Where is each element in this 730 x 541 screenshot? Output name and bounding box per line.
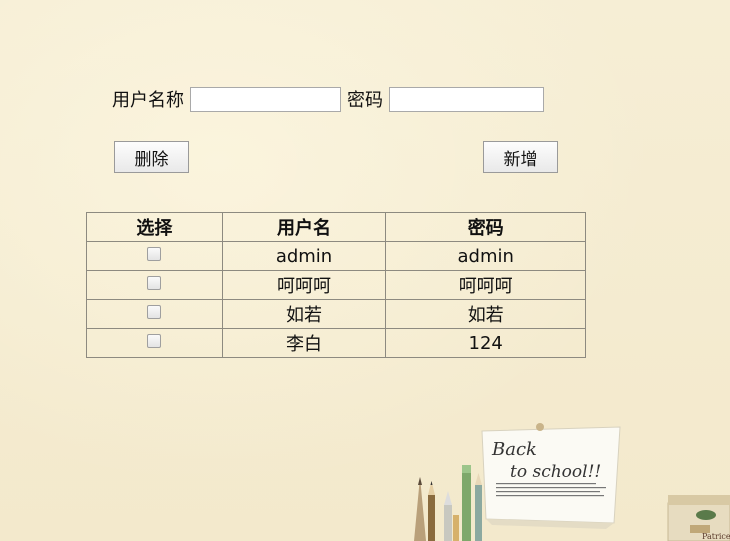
password-input[interactable] bbox=[389, 86, 544, 112]
select-cell bbox=[86, 299, 223, 329]
table-row: 李白 124 bbox=[86, 328, 586, 358]
add-button[interactable]: 新增 bbox=[483, 141, 558, 173]
row-checkbox[interactable] bbox=[147, 304, 162, 319]
column-header-select: 选择 bbox=[86, 212, 223, 242]
select-cell bbox=[86, 270, 223, 300]
password-label: 密码 bbox=[347, 90, 383, 111]
username-cell: 李白 bbox=[221, 328, 387, 358]
username-label: 用户名称 bbox=[112, 90, 184, 111]
select-cell bbox=[86, 241, 223, 271]
column-header-username: 用户名 bbox=[221, 212, 387, 242]
select-cell bbox=[86, 328, 223, 358]
column-header-password: 密码 bbox=[385, 212, 586, 242]
table-row: 呵呵呵 呵呵呵 bbox=[86, 270, 586, 300]
table-row: admin admin bbox=[86, 241, 586, 271]
user-table: 选择 用户名 密码 admin admin 呵呵呵 呵呵呵 如若 如若 李白 1… bbox=[86, 212, 586, 358]
password-cell: 如若 bbox=[385, 299, 586, 329]
password-cell: admin bbox=[385, 241, 586, 271]
search-form: 用户名称 密码 bbox=[112, 86, 544, 112]
password-cell: 124 bbox=[385, 328, 586, 358]
row-checkbox[interactable] bbox=[147, 275, 162, 290]
row-checkbox[interactable] bbox=[147, 333, 162, 348]
username-cell: 呵呵呵 bbox=[221, 270, 387, 300]
table-row: 如若 如若 bbox=[86, 299, 586, 329]
username-input[interactable] bbox=[190, 86, 341, 112]
row-checkbox[interactable] bbox=[147, 246, 162, 261]
table-header-row: 选择 用户名 密码 bbox=[86, 212, 586, 242]
username-cell: admin bbox=[221, 241, 387, 271]
username-cell: 如若 bbox=[221, 299, 387, 329]
password-cell: 呵呵呵 bbox=[385, 270, 586, 300]
delete-button[interactable]: 删除 bbox=[114, 141, 189, 173]
